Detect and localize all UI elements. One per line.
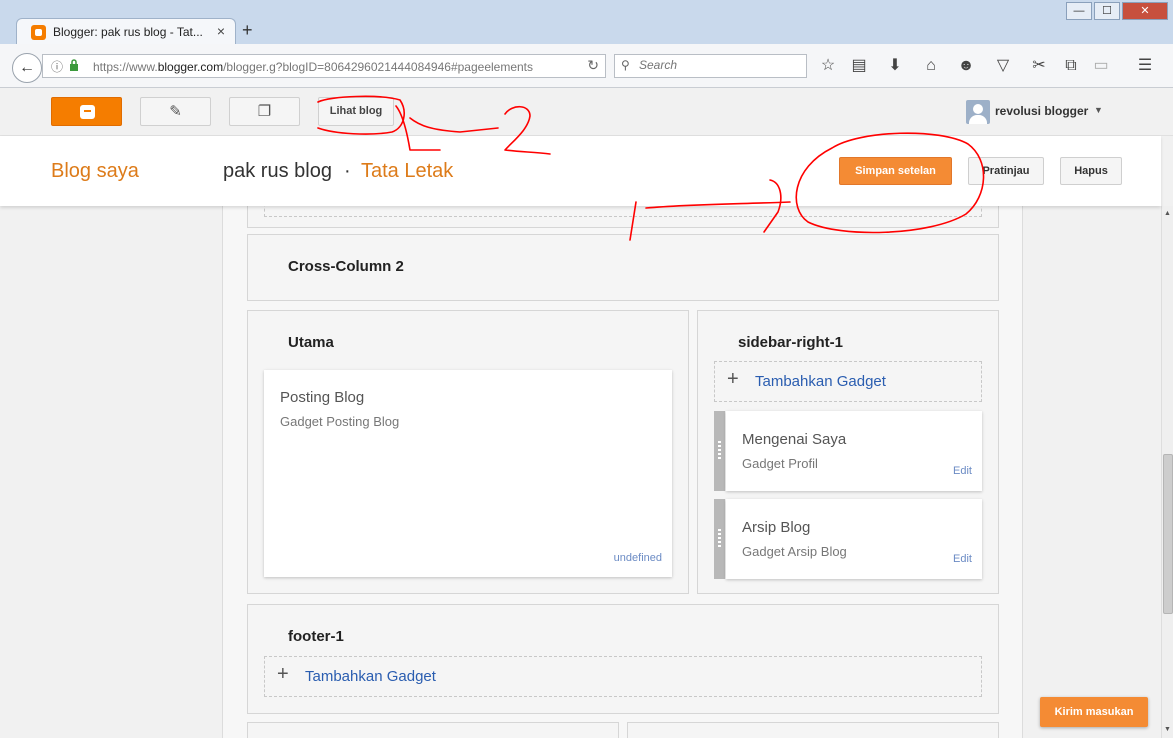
- bookmark-star-icon[interactable]: ☆: [817, 56, 839, 78]
- window-minimize-button[interactable]: —: [1066, 2, 1092, 20]
- window-close-button[interactable]: ✕: [1122, 2, 1168, 20]
- blogger-top-bar: ✎ ❐ Lihat blog revolusi blogger ▼: [0, 88, 1173, 136]
- add-gadget-area[interactable]: [264, 206, 982, 217]
- lock-icon: [69, 59, 79, 71]
- plus-icon: +: [727, 368, 739, 390]
- sync-icon[interactable]: ⧉: [1060, 56, 1082, 78]
- scrollbar-thumb[interactable]: [1163, 454, 1173, 614]
- pages-icon: ❐: [257, 103, 272, 120]
- section-main: Utama Posting Blog Gadget Posting Blog u…: [247, 310, 689, 594]
- url-text[interactable]: https://www.blogger.com/blogger.g?blogID…: [93, 60, 533, 74]
- scroll-down-icon[interactable]: ▼: [1164, 726, 1171, 733]
- screenshot-icon[interactable]: ✂: [1028, 56, 1050, 78]
- blog-name: pak rus blog: [223, 160, 332, 182]
- search-bar[interactable]: ⚲: [614, 54, 807, 78]
- save-settings-button[interactable]: Simpan setelan: [839, 157, 952, 185]
- pocket-icon[interactable]: ▽: [992, 56, 1014, 78]
- gadget-subtitle: Gadget Profil: [742, 456, 818, 471]
- tab-title: Blogger: pak rus blog - Tat...: [53, 25, 203, 39]
- window-maximize-button[interactable]: ☐: [1094, 2, 1120, 20]
- section-below-left: [247, 722, 619, 738]
- add-gadget-label: Tambahkan Gadget: [305, 668, 436, 685]
- gadget-subtitle: Gadget Posting Blog: [280, 414, 400, 429]
- my-blogs-link[interactable]: Blog saya: [51, 160, 139, 183]
- url-bar[interactable]: ⓘ https://www.blogger.com/blogger.g?blog…: [42, 54, 606, 78]
- scroll-up-icon[interactable]: ▲: [1164, 210, 1171, 217]
- view-blog-button[interactable]: Lihat blog: [318, 97, 394, 126]
- menu-icon[interactable]: ☰: [1134, 56, 1156, 78]
- pages-button[interactable]: ❐: [229, 97, 300, 126]
- breadcrumb-separator: ·: [344, 160, 351, 182]
- section-title: Cross-Column 2: [288, 258, 404, 275]
- gadget-title: Mengenai Saya: [742, 431, 847, 448]
- section-above: [247, 206, 999, 228]
- browser-tab[interactable]: Blogger: pak rus blog - Tat... ×: [16, 18, 236, 46]
- gadget-title: Arsip Blog: [742, 519, 811, 536]
- layout-canvas: Cross-Column 2 Utama Posting Blog Gadget…: [222, 206, 1023, 738]
- page-title: Tata Letak: [361, 160, 454, 182]
- chevron-down-icon[interactable]: ▼: [1094, 105, 1103, 115]
- gadget-title: Posting Blog: [280, 389, 365, 406]
- emoji-icon[interactable]: ☻: [955, 56, 977, 78]
- extension-icon[interactable]: ▭: [1090, 56, 1112, 78]
- blogger-favicon-icon: [31, 25, 46, 40]
- preview-button[interactable]: Pratinjau: [968, 157, 1044, 185]
- title-bar: Blogger: pak rus blog - Tat... × + — ☐ ✕: [0, 0, 1173, 46]
- blogger-logo-button[interactable]: [51, 97, 122, 126]
- add-gadget-label: Tambahkan Gadget: [755, 373, 886, 390]
- gadget-subtitle: Gadget Arsip Blog: [742, 544, 847, 559]
- plus-icon: +: [277, 663, 289, 685]
- section-title: sidebar-right-1: [738, 334, 844, 351]
- gadget-about-me[interactable]: Mengenai Saya Gadget Profil Edit: [726, 411, 982, 491]
- add-gadget-button[interactable]: + Tambahkan Gadget: [264, 656, 982, 697]
- layout-header: Blog saya pak rus blog · Tata Letak Simp…: [0, 136, 1161, 206]
- reload-icon[interactable]: ↻: [587, 57, 599, 74]
- add-gadget-button[interactable]: + Tambahkan Gadget: [714, 361, 982, 402]
- section-cross-column-2: Cross-Column 2: [247, 234, 999, 301]
- delete-button[interactable]: Hapus: [1060, 157, 1122, 185]
- tab-close-icon[interactable]: ×: [217, 23, 225, 39]
- page-scrollbar[interactable]: ▲ ▼: [1161, 206, 1173, 738]
- browser-chrome: Blogger: pak rus blog - Tat... × + — ☐ ✕…: [0, 0, 1173, 88]
- gadget-edit-link[interactable]: Edit: [953, 465, 972, 477]
- user-name[interactable]: revolusi blogger: [995, 104, 1088, 118]
- gadget-blog-posts[interactable]: Posting Blog Gadget Posting Blog undefin…: [264, 370, 672, 577]
- drag-handle[interactable]: [714, 499, 725, 579]
- new-post-button[interactable]: ✎: [140, 97, 211, 126]
- gadget-blog-archive[interactable]: Arsip Blog Gadget Arsip Blog Edit: [726, 499, 982, 579]
- section-title: Utama: [288, 334, 334, 351]
- download-icon[interactable]: ⬇: [884, 56, 906, 78]
- section-below-right: [627, 722, 999, 738]
- back-button[interactable]: ←: [12, 53, 42, 83]
- drag-handle[interactable]: [714, 411, 725, 491]
- home-icon[interactable]: ⌂: [920, 56, 942, 78]
- search-icon: ⚲: [621, 58, 630, 72]
- avatar[interactable]: [966, 100, 990, 124]
- pencil-icon: ✎: [169, 103, 182, 120]
- navigation-bar: ← ⓘ https://www.blogger.com/blogger.g?bl…: [0, 44, 1173, 88]
- new-tab-button[interactable]: +: [242, 20, 253, 41]
- gadget-edit-link[interactable]: Edit: [953, 553, 972, 565]
- send-feedback-button[interactable]: Kirim masukan: [1040, 697, 1148, 727]
- search-input[interactable]: [639, 58, 799, 72]
- section-sidebar-right-1: sidebar-right-1 + Tambahkan Gadget Menge…: [697, 310, 999, 594]
- layout-editor: Cross-Column 2 Utama Posting Blog Gadget…: [0, 206, 1161, 738]
- gadget-edit-link[interactable]: undefined: [614, 552, 662, 564]
- section-footer-1: footer-1 + Tambahkan Gadget: [247, 604, 999, 714]
- section-title: footer-1: [288, 628, 344, 645]
- reading-list-icon[interactable]: ▤: [848, 56, 870, 78]
- info-icon[interactable]: ⓘ: [51, 58, 63, 75]
